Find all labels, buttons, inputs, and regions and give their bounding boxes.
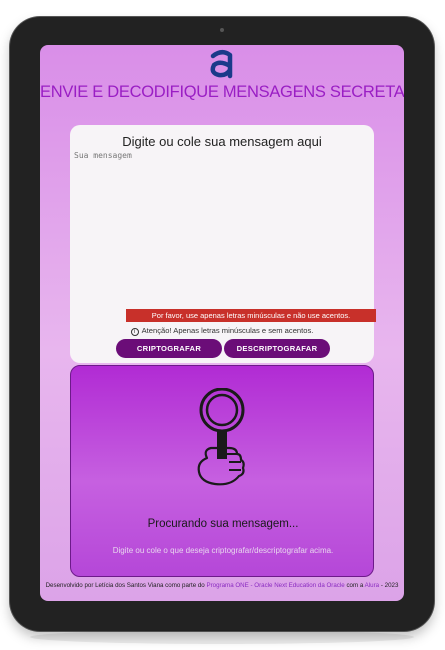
footer-text-3: - 2023 xyxy=(379,582,399,589)
decrypt-button[interactable]: DESCRIPTOGRAFAR xyxy=(224,339,330,358)
footer-icons xyxy=(214,600,234,601)
error-banner: Por favor, use apenas letras minúsculas … xyxy=(126,309,376,322)
info-icon: i xyxy=(130,328,139,336)
message-input[interactable] xyxy=(74,151,370,297)
input-title: Digite ou cole sua mensagem aqui xyxy=(122,134,322,149)
input-card: Digite ou cole sua mensagem aqui Por fav… xyxy=(70,125,376,363)
warning-label: Atenção! Apenas letras minúsculas e sem … xyxy=(141,326,314,335)
tablet-shadow xyxy=(30,630,414,644)
app-screen: ENVIE E DECODIFIQUE MENSAGENS SECRETAS! … xyxy=(40,45,404,601)
warning-text: i Atenção! Apenas letras minúsculas e sem… xyxy=(70,326,374,336)
output-card: Procurando sua mensagem... Digite ou col… xyxy=(70,365,374,577)
page-headline: ENVIE E DECODIFIQUE MENSAGENS SECRETAS! xyxy=(40,83,404,101)
output-title: Procurando sua mensagem... xyxy=(147,518,299,530)
footer-link-program[interactable]: Programa ONE - Oracle Next Education da … xyxy=(206,582,344,589)
footer-link-alura[interactable]: Alura xyxy=(365,582,379,589)
tablet-camera xyxy=(220,28,224,32)
footer-text: Desenvolvido por Letícia dos Santos Vian… xyxy=(40,581,404,590)
magnifying-glass-hand-icon xyxy=(197,388,245,486)
footer-text-1: Desenvolvido por Letícia dos Santos Vian… xyxy=(45,582,207,589)
tablet-frame: ENVIE E DECODIFIQUE MENSAGENS SECRETAS! … xyxy=(10,17,434,631)
footer-text-2: com a xyxy=(344,582,365,589)
encrypt-button[interactable]: CRIPTOGRAFAR xyxy=(116,339,222,358)
alura-logo-icon xyxy=(210,50,233,79)
output-description: Digite ou cole o que deseja criptografar… xyxy=(112,546,334,555)
